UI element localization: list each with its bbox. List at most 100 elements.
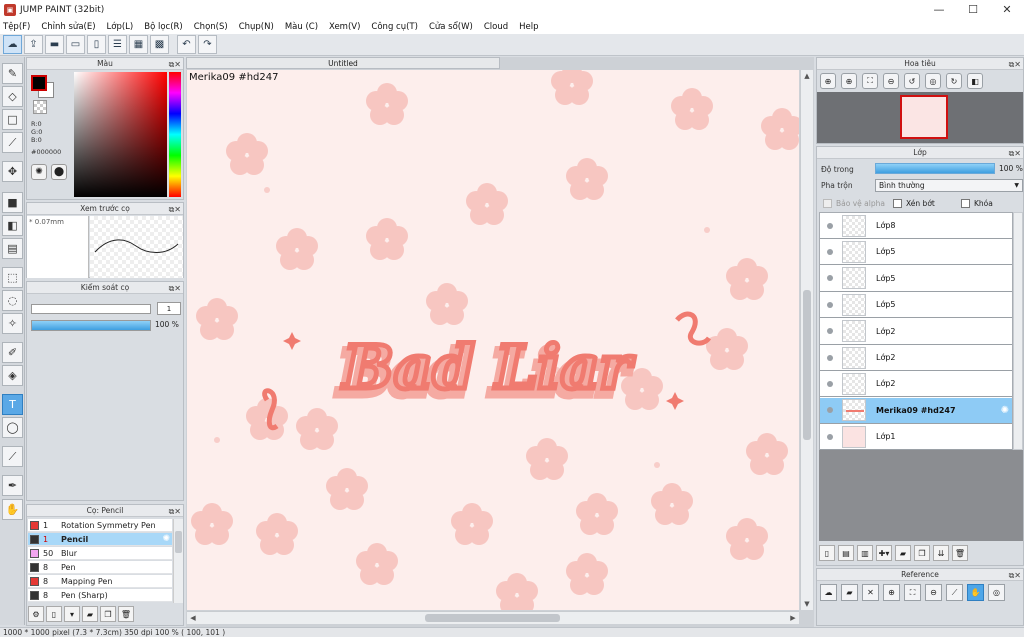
panel-close-icon[interactable]: ⧉✕ <box>169 204 181 216</box>
rect-fill-tool-icon[interactable]: ■ <box>2 192 23 213</box>
foreground-color-swatch[interactable] <box>31 75 47 91</box>
panel-close-icon[interactable]: ⧉✕ <box>1009 570 1021 582</box>
panel-close-icon[interactable]: ⧉✕ <box>1009 148 1021 160</box>
cloud-icon[interactable]: ☁ <box>3 35 22 54</box>
layer-row[interactable]: Lớp5 <box>820 292 1012 319</box>
flip-icon[interactable]: ◧ <box>967 73 983 89</box>
visibility-toggle[interactable] <box>820 222 840 229</box>
layer-row[interactable]: Merika09 #hd247 ✺ <box>820 397 1012 424</box>
brush-list-scrollbar[interactable] <box>173 519 183 603</box>
layer-row[interactable]: Lớp8 <box>820 213 1012 239</box>
layer-row[interactable]: Lớp1 <box>820 424 1012 451</box>
visibility-toggle[interactable] <box>820 248 840 255</box>
visibility-toggle[interactable] <box>820 354 840 361</box>
ref-zoom-out-icon[interactable]: ⊖ <box>925 584 942 601</box>
text-tool-icon[interactable]: T <box>2 394 23 415</box>
blend-mode-select[interactable]: Bình thường ▼ <box>875 179 1023 192</box>
palette-icon[interactable]: ⬤ <box>51 164 67 180</box>
maximize-button[interactable]: ☐ <box>956 0 990 19</box>
menu-capture[interactable]: Chụp(N) <box>239 22 274 32</box>
menu-help[interactable]: Help <box>519 22 538 32</box>
panel-close-icon[interactable]: ⧉✕ <box>1009 59 1021 71</box>
new-page-icon[interactable]: ▯ <box>87 35 106 54</box>
rotate-right-icon[interactable]: ↻ <box>946 73 962 89</box>
export-icon[interactable]: ⇪ <box>24 35 43 54</box>
menu-layer[interactable]: Lớp(L) <box>107 22 134 32</box>
brush-size-value[interactable]: 1 <box>157 302 181 315</box>
visibility-toggle[interactable] <box>820 407 840 414</box>
select-pen-icon[interactable]: ✐ <box>2 342 23 363</box>
new-brush-icon[interactable]: ▯ <box>46 606 62 622</box>
close-reference-icon[interactable]: ✕ <box>862 584 879 601</box>
canvas-vertical-scrollbar[interactable]: ▲ ▼ <box>800 70 813 610</box>
zoom-in-icon[interactable]: ⊕ <box>820 73 836 89</box>
layer-merge-icon[interactable]: ⇊ <box>933 545 949 561</box>
layer-row[interactable]: Lớp2 <box>820 345 1012 371</box>
gear-icon[interactable]: ✺ <box>1001 405 1009 416</box>
fit-screen-icon[interactable]: ⛶ <box>862 73 878 89</box>
brush-item[interactable]: 8 Pen <box>28 561 172 574</box>
brush-item[interactable]: 1 Pencil ✺ <box>28 533 172 546</box>
grid-icon[interactable]: ▩ <box>150 35 169 54</box>
visibility-toggle[interactable] <box>820 380 840 387</box>
eyedropper-tool-icon[interactable]: ⟋ <box>2 446 23 467</box>
visibility-toggle[interactable] <box>820 275 840 282</box>
ref-hand-icon[interactable]: ✋ <box>967 584 984 601</box>
zoom-out-icon[interactable]: ⊖ <box>883 73 899 89</box>
lasso-select-icon[interactable]: ◌ <box>2 290 23 311</box>
bucket-tool-icon[interactable]: ◧ <box>2 215 23 236</box>
panel-close-icon[interactable]: ⧉✕ <box>169 506 181 518</box>
visibility-toggle[interactable] <box>820 328 840 335</box>
menu-view[interactable]: Xem(V) <box>329 22 360 32</box>
gear-icon[interactable]: ✺ <box>162 534 170 544</box>
rotate-left-icon[interactable]: ↺ <box>904 73 920 89</box>
panel-close-icon[interactable]: ⧉✕ <box>169 59 181 71</box>
page-list-icon[interactable]: ☰ <box>108 35 127 54</box>
rect-select-icon[interactable]: ⬚ <box>2 267 23 288</box>
minimize-button[interactable]: — <box>922 0 956 19</box>
menu-color[interactable]: Màu (C) <box>285 22 318 32</box>
color-wheel-icon[interactable]: ✺ <box>31 164 47 180</box>
layer-copy-icon[interactable]: ❐ <box>914 545 930 561</box>
brush-item[interactable]: 8 Mapping Pen <box>28 575 172 588</box>
menu-tools[interactable]: Công cụ(T) <box>371 22 418 32</box>
menu-cloud[interactable]: Cloud <box>484 22 508 32</box>
ref-zoom-in-icon[interactable]: ⊕ <box>883 584 900 601</box>
menu-edit[interactable]: Chỉnh sửa(E) <box>41 22 95 32</box>
redo-icon[interactable]: ↷ <box>198 35 217 54</box>
menu-file[interactable]: Tệp(F) <box>3 22 30 32</box>
brush-menu-icon[interactable]: ▾ <box>64 606 80 622</box>
layer-row[interactable]: Lớp2 <box>820 318 1012 345</box>
brush-delete-icon[interactable]: 🗑 <box>118 606 134 622</box>
ref-rotate-icon[interactable]: ◎ <box>988 584 1005 601</box>
ref-fit-icon[interactable]: ⛶ <box>904 584 921 601</box>
navigator-view[interactable] <box>817 92 1023 143</box>
visibility-toggle[interactable] <box>820 433 840 440</box>
zoom-in-2-icon[interactable]: ⊕ <box>841 73 857 89</box>
open-folder-icon[interactable]: ▰ <box>841 584 858 601</box>
menu-window[interactable]: Cửa sổ(W) <box>429 22 473 32</box>
drawing-canvas[interactable]: Bad Liar Bad Liar Merika09 #hd247 <box>187 70 799 610</box>
new-layer-icon[interactable]: ▯ <box>819 545 835 561</box>
new-halftone-layer-icon[interactable]: ▤ <box>838 545 854 561</box>
protect-alpha-checkbox[interactable]: Bảo vệ alpha <box>823 199 885 208</box>
brush-item[interactable]: 8 Pen (Sharp) <box>28 589 172 602</box>
navigator-thumbnail[interactable] <box>900 95 948 139</box>
close-button[interactable]: ✕ <box>990 0 1024 19</box>
pen-tool-icon[interactable]: ✒ <box>2 475 23 496</box>
brush-item[interactable]: 1 Rotation Symmetry Pen <box>28 519 172 532</box>
layer-list-scrollbar[interactable] <box>1013 212 1023 450</box>
layer-row[interactable]: Lớp2 <box>820 371 1012 398</box>
shape-tool-icon[interactable]: □ <box>2 109 23 130</box>
brush-tool-icon[interactable]: ✎ <box>2 63 23 84</box>
new-8bit-layer-icon[interactable]: ▥ <box>857 545 873 561</box>
ref-eyedropper-icon[interactable]: ⟋ <box>946 584 963 601</box>
menu-filter[interactable]: Bộ lọc(R) <box>144 22 183 32</box>
layer-folder-icon[interactable]: ▰ <box>895 545 911 561</box>
hue-slider[interactable] <box>169 72 181 197</box>
brush-opacity-slider[interactable] <box>31 320 151 331</box>
menu-select[interactable]: Chọn(S) <box>194 22 228 32</box>
layer-delete-icon[interactable]: 🗑 <box>952 545 968 561</box>
panel-close-icon[interactable]: ⧉✕ <box>169 283 181 295</box>
hand-tool-icon[interactable]: ✋ <box>2 499 23 520</box>
